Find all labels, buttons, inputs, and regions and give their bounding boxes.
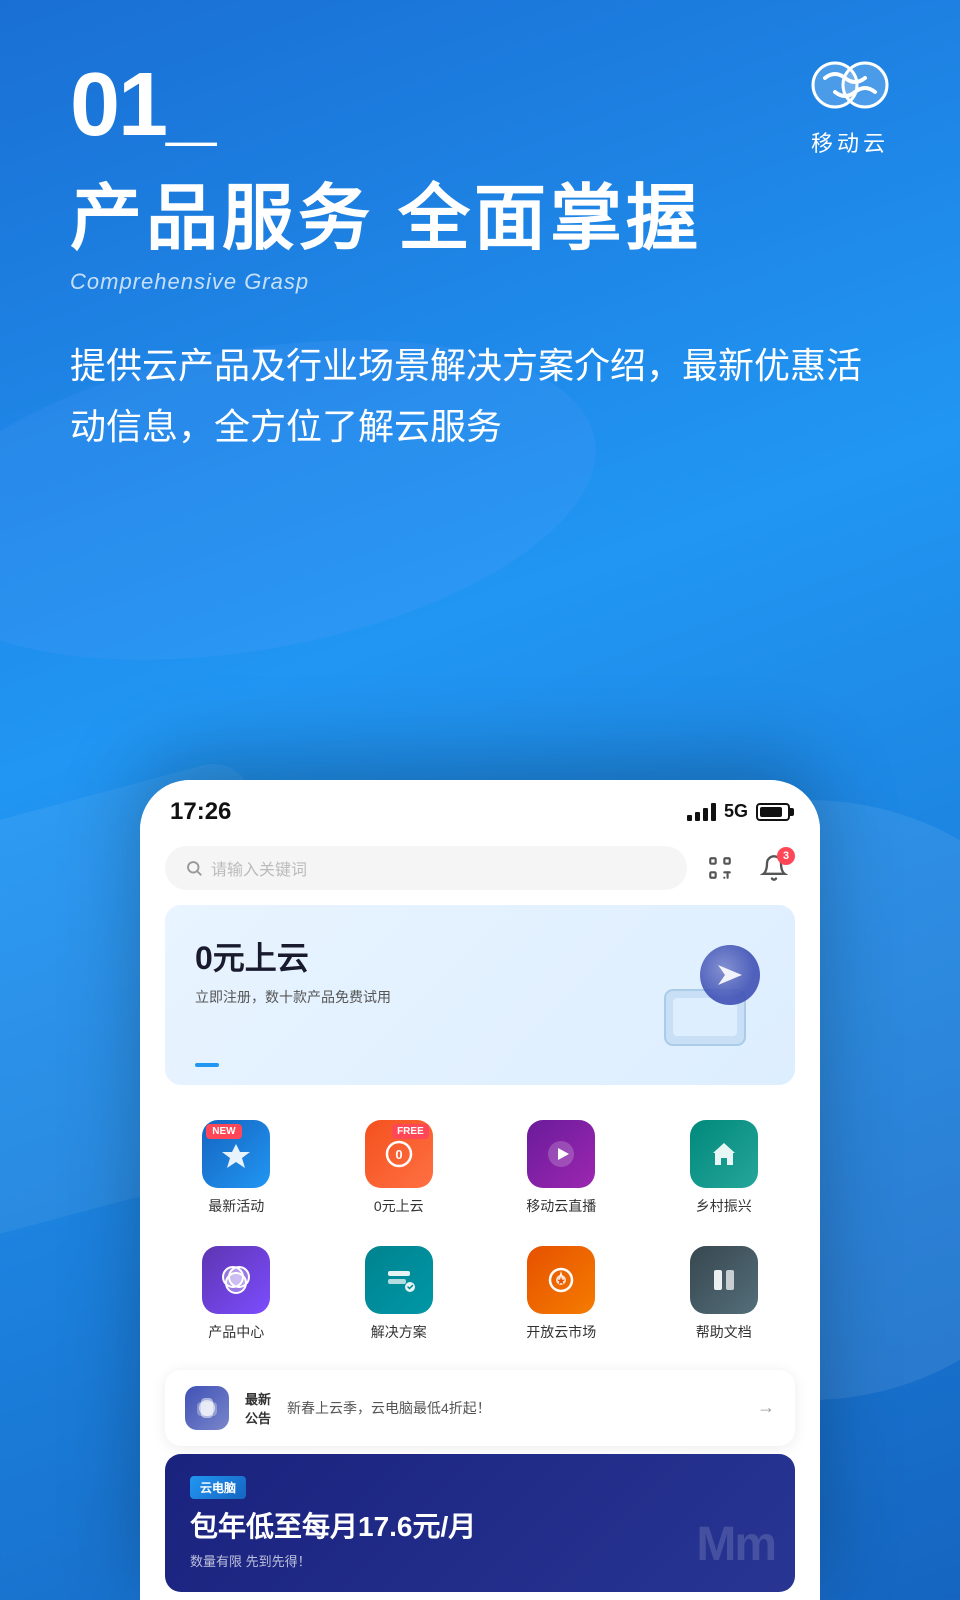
svg-text:0: 0 [395,1147,402,1162]
battery-icon [756,803,790,821]
icon-grid: NEW 最新活动 FREE 0 0元上云 [140,1085,820,1362]
cloud-pc-description: 数量有限 先到先得！ [190,1551,770,1570]
svg-text:★: ★ [557,1276,566,1286]
announcement-icon-box [185,1386,229,1430]
step-number: 01_ [70,60,214,150]
announcement-bar[interactable]: 最新 公告 新春上云季，云电脑最低4折起！ → [165,1370,795,1446]
product-icon-box [202,1246,270,1314]
help-icon [707,1263,741,1297]
cloud-pc-tag: 云电脑 [190,1476,246,1499]
logo-container: 移动云 [810,60,890,158]
market-label: 开放云市场 [526,1322,596,1342]
activity-icon-box: NEW [202,1120,270,1188]
scan-button[interactable] [699,847,741,889]
search-icon [185,859,203,877]
logo-text: 移动云 [811,126,889,158]
status-time: 17:26 [170,798,231,826]
signal-bar-3 [703,808,708,821]
title-section: 产品服务 全面掌握 Comprehensive Grasp 提供云产品及行业场景… [0,158,960,457]
free-icon-box: FREE 0 [365,1120,433,1188]
rural-icon [707,1137,741,1171]
live-label: 移动云直播 [526,1196,596,1216]
sub-title: Comprehensive Grasp [70,269,890,295]
announcement-label-container: 最新 公告 [245,1389,271,1427]
icon-item-solution[interactable]: 解决方案 [318,1231,481,1357]
help-label: 帮助文档 [696,1322,752,1342]
notification-button[interactable]: 3 [753,847,795,889]
watermark: Mm [696,1517,775,1572]
phone-mockup: 17:26 5G 请输入关键词 [140,780,820,1600]
icon-item-help[interactable]: 帮助文档 [643,1231,806,1357]
header: 01_ 移动云 [0,0,960,158]
banner-indicator [195,1063,219,1067]
search-placeholder: 请输入关键词 [211,856,307,880]
announcement-label-2: 公告 [245,1408,271,1427]
signal-bar-2 [695,812,700,821]
icon-item-activity[interactable]: NEW 最新活动 [155,1105,318,1231]
status-icons: 5G [687,801,790,822]
signal-bars [687,803,716,821]
phone-container: 17:26 5G 请输入关键词 [140,780,820,1600]
battery-fill [760,807,782,817]
icon-item-live[interactable]: 移动云直播 [480,1105,643,1231]
market-icon-box: ★ [527,1246,595,1314]
free-icon: 0 [383,1138,415,1170]
icon-item-free[interactable]: FREE 0 0元上云 [318,1105,481,1231]
live-icon [544,1137,578,1171]
icon-item-rural[interactable]: 乡村振兴 [643,1105,806,1231]
solution-icon [382,1263,416,1297]
banner-illustration [645,930,775,1060]
signal-bar-1 [687,815,692,821]
help-icon-box [690,1246,758,1314]
new-badge: NEW [206,1124,241,1139]
notification-badge: 3 [777,847,795,865]
activity-icon [220,1138,252,1170]
announcement-label: 最新 [245,1389,271,1408]
free-label: 0元上云 [374,1196,424,1216]
cloud-pc-banner[interactable]: 云电脑 包年低至每月17.6元/月 数量有限 先到先得！ Mm [165,1454,795,1592]
announcement-arrow[interactable]: → [757,1397,775,1418]
product-label: 产品中心 [208,1322,264,1342]
market-icon: ★ [544,1263,578,1297]
logo-icon [810,60,890,120]
rural-icon-box [690,1120,758,1188]
product-icon [219,1263,253,1297]
cloud-pc-title: 包年低至每月17.6元/月 [190,1509,770,1545]
announcement-text: 新春上云季，云电脑最低4折起！ [287,1398,741,1418]
status-bar: 17:26 5G [140,780,820,836]
status-5g: 5G [724,801,748,822]
main-title: 产品服务 全面掌握 [70,178,890,261]
solution-icon-box [365,1246,433,1314]
icon-item-product[interactable]: 产品中心 [155,1231,318,1357]
announcement-icon [193,1394,221,1422]
scan-icon [707,855,733,881]
banner[interactable]: 0元上云 立即注册，数十款产品免费试用 [165,905,795,1085]
description: 提供云产品及行业场景解决方案介绍，最新优惠活动信息，全方位了解云服务 [70,335,890,457]
free-badge: FREE [392,1124,429,1139]
solution-label: 解决方案 [371,1322,427,1342]
signal-bar-4 [711,803,716,821]
search-bar[interactable]: 请输入关键词 [165,846,687,890]
live-icon-box [527,1120,595,1188]
activity-label: 最新活动 [208,1196,264,1216]
rural-label: 乡村振兴 [696,1196,752,1216]
icon-item-market[interactable]: ★ 开放云市场 [480,1231,643,1357]
search-bar-container: 请输入关键词 3 [140,836,820,905]
